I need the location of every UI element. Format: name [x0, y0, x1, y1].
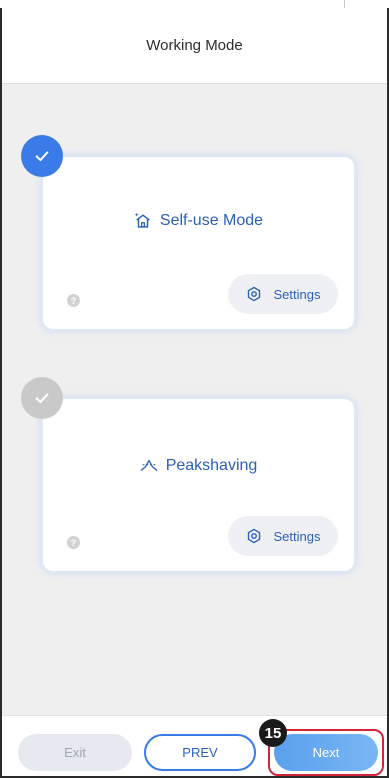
settings-button-peakshaving[interactable]: Settings: [228, 516, 338, 556]
mode-title-peakshaving: Peakshaving: [43, 457, 354, 475]
house-sparkle-icon: [134, 212, 152, 230]
step-badge: 15: [259, 719, 287, 747]
gear-icon: [247, 286, 260, 302]
prev-button[interactable]: PREV: [144, 734, 256, 771]
next-button[interactable]: Next: [274, 734, 378, 771]
footer-bar: Exit PREV Next 15: [2, 715, 387, 776]
header-bar: Working Mode: [2, 8, 387, 84]
settings-label: Settings: [273, 528, 321, 544]
peak-chart-icon: [140, 457, 158, 475]
mode-label: Self-use Mode: [159, 212, 264, 229]
mode-card-self-use[interactable]: Self-use Mode ? Settings: [21, 135, 354, 329]
top-strip: [0, 0, 389, 8]
exit-button[interactable]: Exit: [18, 734, 132, 771]
mode-label: Peakshaving: [165, 457, 258, 474]
settings-label: Settings: [273, 286, 321, 302]
check-icon[interactable]: [21, 377, 63, 419]
help-icon[interactable]: ?: [67, 536, 80, 549]
check-icon[interactable]: [21, 135, 63, 177]
page-title: Working Mode: [146, 37, 243, 54]
gear-icon: [247, 528, 260, 544]
settings-button-self-use[interactable]: Settings: [228, 274, 338, 314]
mode-card-peakshaving[interactable]: Peakshaving ? Settings: [21, 377, 354, 571]
help-icon[interactable]: ?: [67, 294, 80, 307]
mode-title-self-use: Self-use Mode: [43, 212, 354, 230]
